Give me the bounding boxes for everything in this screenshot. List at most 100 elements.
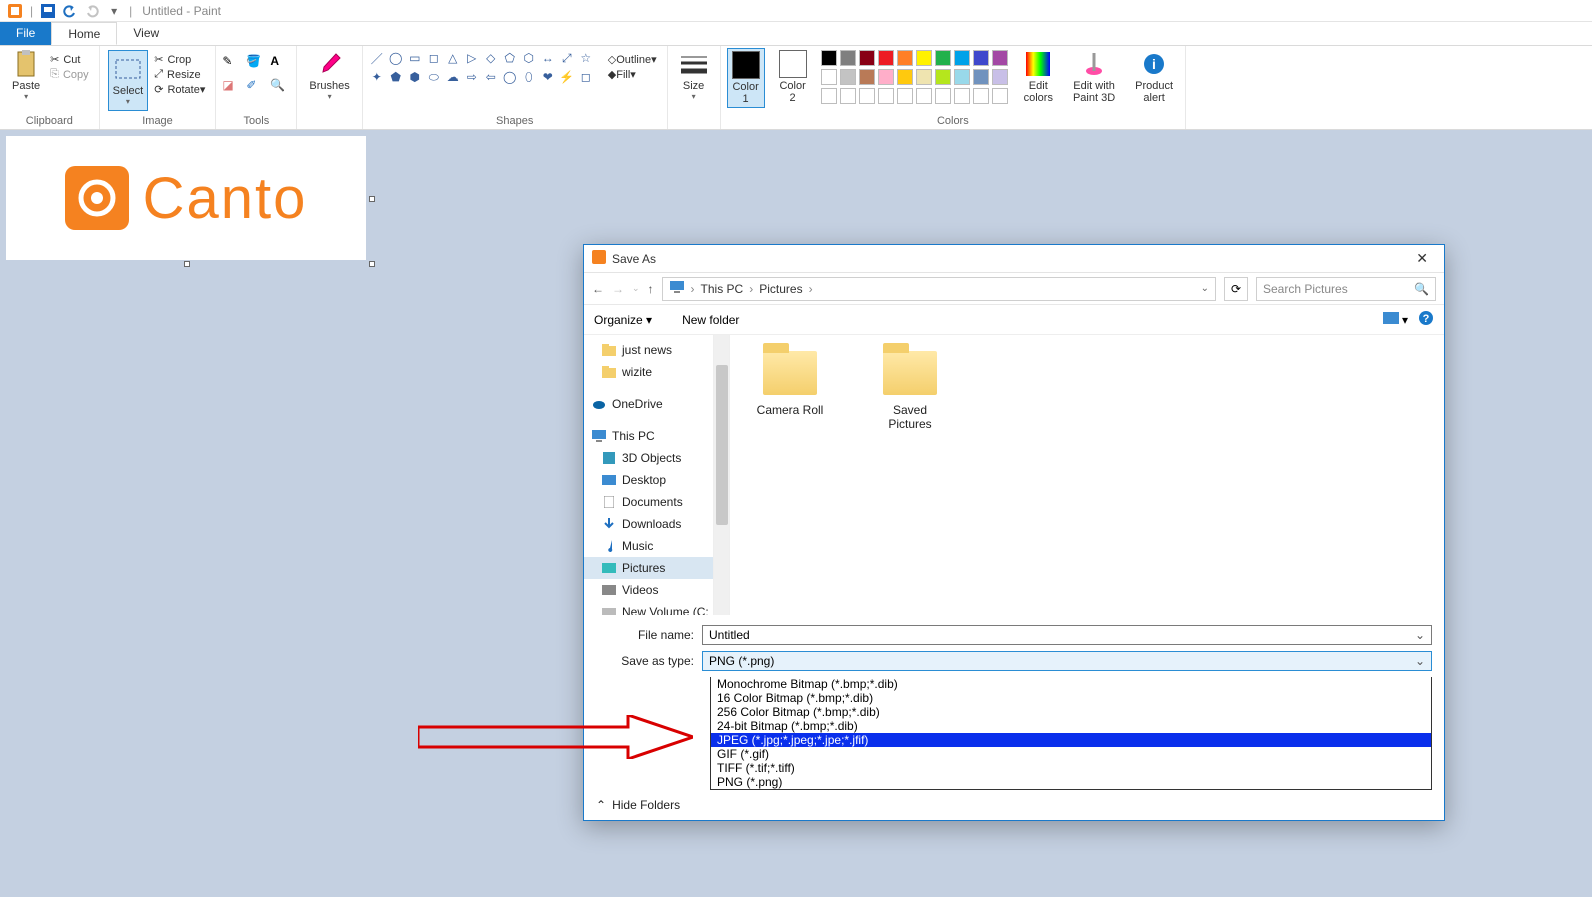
filetype-option[interactable]: TIFF (*.tif;*.tiff) — [711, 761, 1431, 775]
color-swatch[interactable] — [954, 69, 970, 85]
tree-item[interactable]: Downloads — [584, 513, 713, 535]
shape-option[interactable]: ⬡ — [521, 50, 537, 66]
tab-home[interactable]: Home — [51, 22, 117, 45]
color-swatch[interactable] — [973, 88, 989, 104]
shape-option[interactable]: ◻ — [426, 50, 442, 66]
shape-option[interactable]: ✦ — [369, 69, 385, 85]
color-swatch[interactable] — [840, 88, 856, 104]
recent-dropdown[interactable]: ⌄ — [632, 283, 640, 294]
close-button[interactable]: ✕ — [1408, 248, 1436, 269]
tree-scrollbar[interactable] — [714, 335, 730, 615]
filetype-option[interactable]: Monochrome Bitmap (*.bmp;*.dib) — [711, 677, 1431, 691]
color-swatch[interactable] — [954, 88, 970, 104]
tree-item[interactable]: wizite — [584, 361, 713, 383]
color-swatch[interactable] — [973, 69, 989, 85]
tree-item[interactable]: Music — [584, 535, 713, 557]
color1-button[interactable]: Color 1 — [727, 48, 765, 108]
redo-icon[interactable] — [84, 3, 100, 19]
tree-item[interactable]: Documents — [584, 491, 713, 513]
color-swatch[interactable] — [878, 69, 894, 85]
shape-option[interactable]: ▷ — [464, 50, 480, 66]
palette-row2[interactable] — [821, 69, 1010, 87]
color-swatch[interactable] — [878, 50, 894, 66]
color-swatch[interactable] — [916, 88, 932, 104]
palette-row3[interactable] — [821, 88, 1010, 106]
shape-option[interactable]: ⬯ — [521, 69, 537, 85]
tree-item[interactable]: Desktop — [584, 469, 713, 491]
scrollbar-thumb[interactable] — [716, 365, 728, 525]
tree-item[interactable]: New Volume (C: — [584, 601, 713, 615]
color-swatch[interactable] — [916, 69, 932, 85]
color-swatch[interactable] — [935, 69, 951, 85]
crop-button[interactable]: ✂Crop — [150, 52, 209, 67]
resize-handle[interactable] — [369, 196, 375, 202]
shape-option[interactable]: ◯ — [502, 69, 518, 85]
search-input[interactable]: Search Pictures 🔍 — [1256, 277, 1436, 301]
file-name-input[interactable]: Untitled ⌄ — [702, 625, 1432, 645]
filetype-option[interactable]: 256 Color Bitmap (*.bmp;*.dib) — [711, 705, 1431, 719]
color-swatch[interactable] — [821, 88, 837, 104]
tree-item[interactable]: Videos — [584, 579, 713, 601]
shape-option[interactable]: ⇦ — [483, 69, 499, 85]
dialog-titlebar[interactable]: Save As ✕ — [584, 245, 1444, 273]
color-swatch[interactable] — [821, 50, 837, 66]
eraser-icon[interactable]: ◪ — [222, 78, 242, 92]
tree-item[interactable]: This PC — [584, 425, 713, 447]
shape-option[interactable]: ／ — [369, 50, 385, 66]
breadcrumb[interactable]: › This PC › Pictures › ⌄ — [662, 277, 1216, 301]
edit-colors-button[interactable]: Edit colors — [1018, 48, 1059, 106]
shape-option[interactable]: ⇨ — [464, 69, 480, 85]
paint3d-button[interactable]: Edit with Paint 3D — [1067, 48, 1121, 106]
color-swatch[interactable] — [897, 50, 913, 66]
color-swatch[interactable] — [973, 50, 989, 66]
hide-folders-button[interactable]: ⌃ Hide Folders — [596, 798, 680, 812]
shape-option[interactable]: ◇ — [483, 50, 499, 66]
product-alert-button[interactable]: i Product alert — [1129, 48, 1179, 106]
shape-option[interactable]: ⬢ — [407, 69, 423, 85]
brushes-button[interactable]: Brushes ▾ — [303, 48, 355, 103]
tree-item[interactable]: OneDrive — [584, 393, 713, 415]
canvas[interactable]: Canto — [6, 136, 366, 260]
color-swatch[interactable] — [992, 88, 1008, 104]
shape-option[interactable]: ⬠ — [502, 50, 518, 66]
resize-handle[interactable] — [184, 261, 190, 267]
palette-row1[interactable] — [821, 50, 1010, 68]
text-icon[interactable]: A — [270, 54, 290, 68]
color-swatch[interactable] — [840, 50, 856, 66]
color-swatch[interactable] — [935, 50, 951, 66]
shape-option[interactable]: ◻ — [578, 69, 594, 85]
tab-file[interactable]: File — [0, 22, 51, 45]
tab-view[interactable]: View — [117, 22, 175, 45]
shape-option[interactable]: ☁ — [445, 69, 461, 85]
color-swatch[interactable] — [859, 50, 875, 66]
shape-option[interactable]: ⤢ — [559, 50, 575, 66]
tree-item[interactable]: 3D Objects — [584, 447, 713, 469]
save-icon[interactable] — [40, 3, 56, 19]
resize-handle[interactable] — [369, 261, 375, 267]
breadcrumb-pictures[interactable]: Pictures — [759, 282, 802, 296]
shape-option[interactable]: ▭ — [407, 50, 423, 66]
shape-option[interactable]: △ — [445, 50, 461, 66]
folder-content[interactable]: Camera RollSaved Pictures — [730, 335, 1444, 615]
filetype-option[interactable]: GIF (*.gif) — [711, 747, 1431, 761]
color-swatch[interactable] — [897, 88, 913, 104]
organize-button[interactable]: Organize ▾ — [594, 313, 652, 327]
tree-item[interactable]: Pictures — [584, 557, 713, 579]
paste-button[interactable]: Paste ▾ — [6, 48, 46, 103]
shape-option[interactable]: ◯ — [388, 50, 404, 66]
folder-item[interactable]: Saved Pictures — [870, 351, 950, 431]
color-swatch[interactable] — [992, 50, 1008, 66]
folder-tree[interactable]: just newswiziteOneDriveThis PC3D Objects… — [584, 335, 714, 615]
back-button[interactable]: ← — [592, 282, 604, 296]
picker-icon[interactable]: ✐ — [246, 78, 266, 92]
color-swatch[interactable] — [821, 69, 837, 85]
filetype-option[interactable]: 16 Color Bitmap (*.bmp;*.dib) — [711, 691, 1431, 705]
filetype-option[interactable]: PNG (*.png) — [711, 775, 1431, 789]
undo-icon[interactable] — [62, 3, 78, 19]
color-swatch[interactable] — [897, 69, 913, 85]
fill-button[interactable]: ◆ Fill ▾ — [604, 67, 661, 82]
fill-icon[interactable]: 🪣 — [246, 54, 266, 68]
color-swatch[interactable] — [935, 88, 951, 104]
copy-button[interactable]: ⎘Copy — [46, 67, 93, 82]
rotate-button[interactable]: ⟳Rotate ▾ — [150, 82, 209, 97]
